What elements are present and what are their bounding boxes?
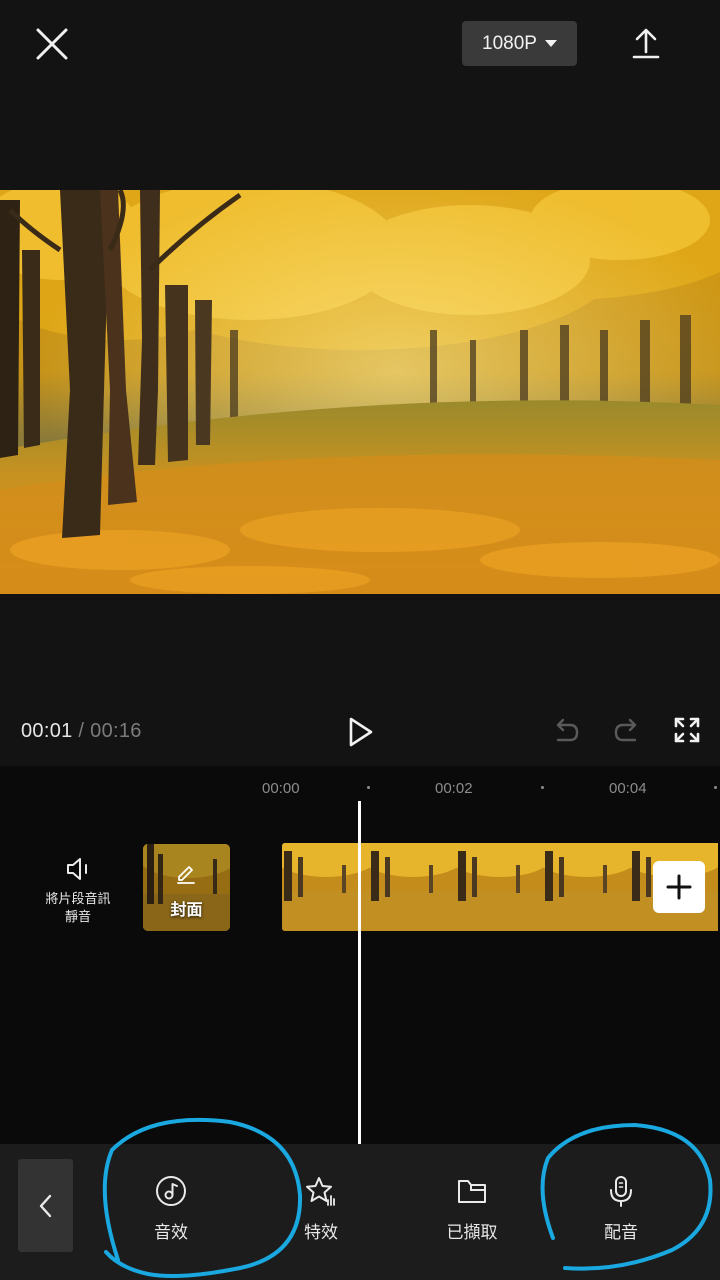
back-button[interactable] <box>18 1159 73 1252</box>
folder-icon <box>458 1180 486 1203</box>
mute-clip-audio-button[interactable]: 將片段音訊 靜音 <box>30 854 126 934</box>
redo-icon <box>614 718 637 742</box>
add-clip-button[interactable] <box>653 861 705 913</box>
play-button[interactable] <box>340 712 380 752</box>
voiceover-label: 配音 <box>604 1223 638 1242</box>
timecode: 00:01 / 00:16 <box>21 720 142 743</box>
redo-button[interactable] <box>611 716 643 748</box>
effects-tool[interactable]: 特效 <box>271 1174 371 1254</box>
extracted-label: 已擷取 <box>446 1223 498 1242</box>
music-note-icon <box>156 1176 186 1206</box>
effects-label: 特效 <box>304 1223 338 1242</box>
extracted-tool[interactable]: 已擷取 <box>422 1174 522 1254</box>
microphone-icon <box>610 1176 632 1207</box>
fullscreen-button[interactable] <box>672 715 702 745</box>
caret-down-icon <box>544 40 557 47</box>
export-button[interactable] <box>624 22 668 66</box>
playback-controls: 00:01 / 00:16 <box>0 594 720 766</box>
play-icon <box>349 717 373 747</box>
top-bar: 1080P <box>0 0 720 190</box>
total-time: 00:16 <box>90 720 142 742</box>
ruler-dot <box>541 786 544 789</box>
cover-label: 封面 <box>170 902 203 919</box>
clip-frame <box>282 843 370 931</box>
sparkle-star-icon <box>306 1177 335 1206</box>
ruler-label: 00:00 <box>262 780 300 797</box>
undo-icon <box>556 718 579 742</box>
resolution-label: 1080P <box>482 32 537 54</box>
playhead[interactable] <box>358 801 361 1144</box>
time-separator: / <box>78 720 85 742</box>
timeline[interactable]: 00:00 00:02 00:04 將片段音訊 靜音 封面 <box>0 766 720 1144</box>
clip-frame <box>456 843 544 931</box>
resolution-selector[interactable]: 1080P <box>462 21 577 66</box>
cover-button[interactable]: 封面 <box>143 844 230 931</box>
pencil-icon <box>177 866 195 884</box>
mute-label-line2: 靜音 <box>64 909 91 924</box>
video-preview[interactable] <box>0 190 720 594</box>
ruler-label: 00:04 <box>609 780 647 797</box>
plus-icon <box>666 874 692 900</box>
autumn-park-video-frame <box>0 190 720 594</box>
clip-frame <box>543 843 631 931</box>
chevron-left-icon <box>39 1194 51 1217</box>
speaker-icon <box>67 858 87 880</box>
upload-icon <box>632 28 660 59</box>
fullscreen-icon <box>674 717 700 743</box>
current-time: 00:01 <box>21 720 73 742</box>
close-button[interactable] <box>30 22 74 66</box>
bottom-toolbar: 音效 特效 已擷取 配音 <box>0 1144 720 1280</box>
sound-effects-tool[interactable]: 音效 <box>121 1174 221 1254</box>
voiceover-tool[interactable]: 配音 <box>571 1174 671 1254</box>
ruler-dot <box>367 786 370 789</box>
mute-label-line1: 將片段音訊 <box>45 891 111 906</box>
ruler-dot <box>714 786 717 789</box>
undo-button[interactable] <box>550 716 582 748</box>
ruler-label: 00:02 <box>435 780 473 797</box>
clip-frame <box>369 843 457 931</box>
sound-effects-label: 音效 <box>154 1223 188 1242</box>
close-icon <box>36 28 68 60</box>
